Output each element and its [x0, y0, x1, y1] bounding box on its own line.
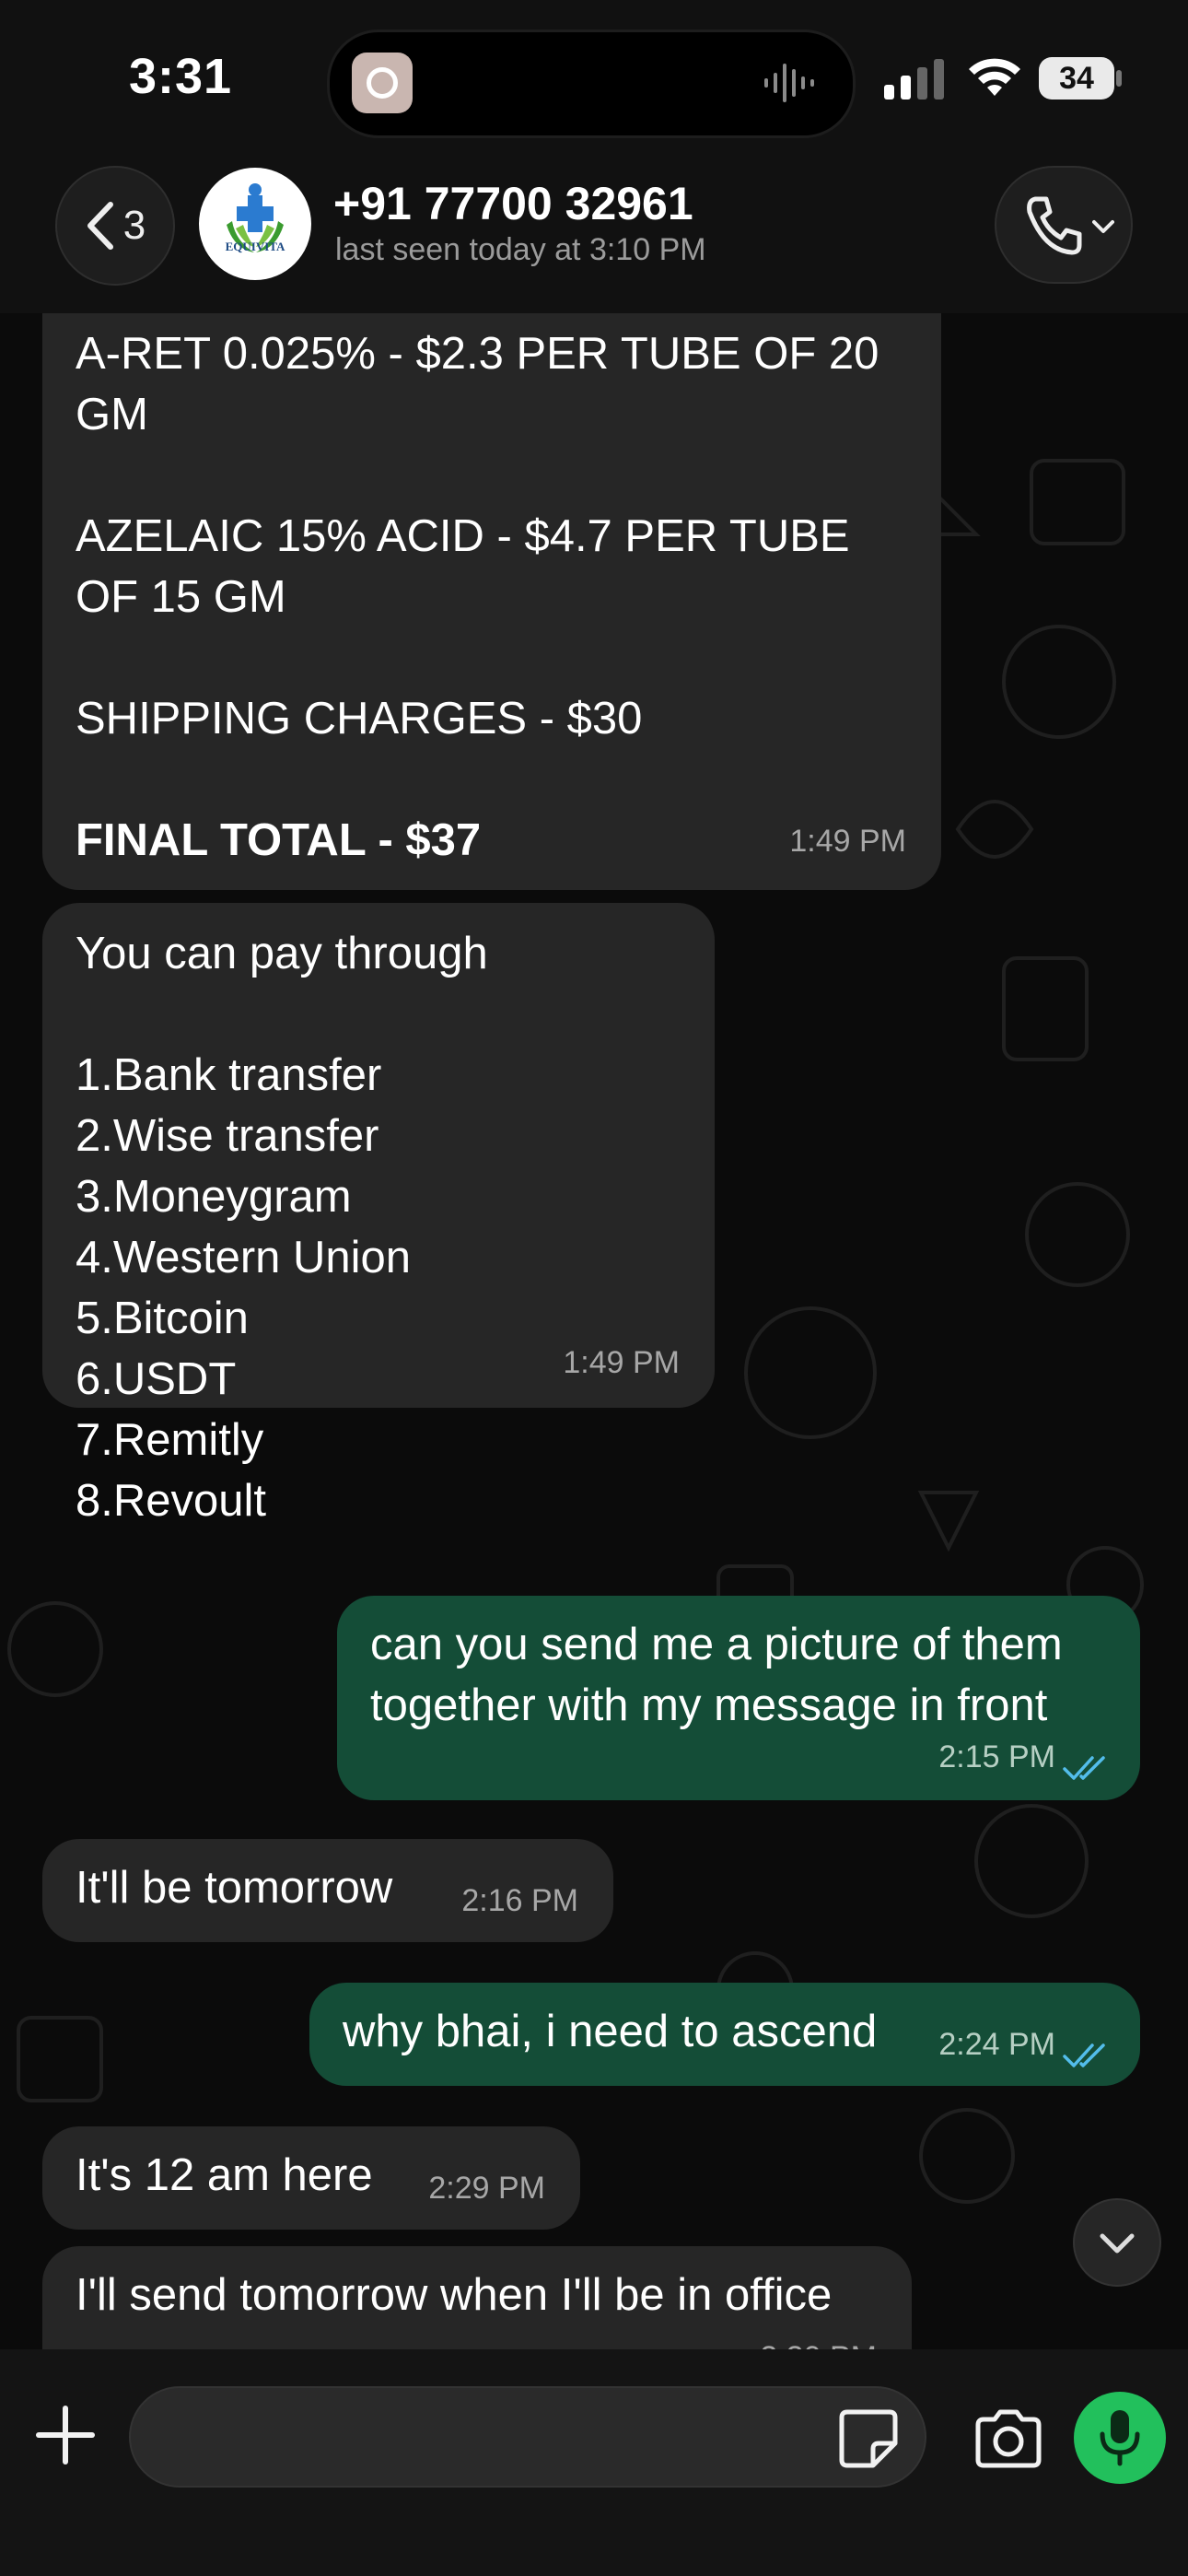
chevron-left-icon — [87, 202, 113, 250]
outgoing-message[interactable]: can you send me a picture of them togeth… — [337, 1596, 1140, 1800]
incoming-message[interactable]: It'll be tomorrow 2:16 PM — [42, 1839, 613, 1942]
message-text: You can pay through 1.Bank transfer 2.Wi… — [76, 929, 488, 1526]
last-seen-status: last seen today at 3:10 PM — [335, 232, 706, 267]
incoming-message[interactable]: A-RET 0.025% - $2.3 PER TUBE OF 20 GM AZ… — [42, 313, 941, 890]
plus-icon[interactable] — [33, 2403, 98, 2467]
back-button[interactable]: 3 — [55, 166, 175, 286]
status-bar: 3:31 34 — [0, 0, 1188, 157]
contact-name[interactable]: +91 77700 32961 — [333, 177, 693, 230]
incoming-message[interactable]: I'll send tomorrow when I'll be in offic… — [42, 2246, 912, 2349]
camera-icon[interactable] — [973, 2408, 1044, 2469]
message-text: A-RET 0.025% - $2.3 PER TUBE OF 20 GM AZ… — [76, 329, 879, 744]
incoming-message[interactable]: It's 12 am here 2:29 PM — [42, 2126, 580, 2230]
audio-wave-icon — [764, 64, 814, 102]
incoming-message[interactable]: You can pay through 1.Bank transfer 2.Wi… — [42, 903, 715, 1526]
chevron-down-icon — [1100, 2233, 1135, 2254]
call-button[interactable] — [995, 166, 1133, 284]
sticker-icon[interactable] — [836, 2406, 901, 2471]
message-time: 2:30 PM — [760, 2327, 877, 2349]
unread-count: 3 — [122, 203, 146, 248]
message-time: 2:24 PM — [938, 2027, 1055, 2062]
message-input[interactable] — [129, 2386, 926, 2488]
double-check-icon — [1063, 1756, 1105, 1780]
battery-indicator: 34 — [1039, 57, 1114, 100]
message-text: can you send me a picture of them togeth… — [370, 1620, 1063, 1730]
status-time: 3:31 — [129, 49, 233, 104]
message-time: 1:49 PM — [563, 1345, 680, 1380]
message-time: 1:49 PM — [789, 824, 906, 859]
message-time: 2:29 PM — [428, 2171, 545, 2206]
cellular-signal-icon — [884, 59, 944, 100]
contact-avatar[interactable]: EQUIVITA — [199, 168, 311, 280]
battery-tip — [1116, 70, 1122, 87]
mic-icon — [1100, 2410, 1140, 2466]
message-text-bold: FINAL TOTAL - $37 — [76, 815, 482, 865]
double-check-icon — [1063, 2043, 1105, 2067]
message-time: 2:16 PM — [461, 1883, 578, 1918]
message-list[interactable]: A-RET 0.025% - $2.3 PER TUBE OF 20 GM AZ… — [0, 313, 1188, 2349]
scroll-to-bottom-button[interactable] — [1073, 2198, 1161, 2287]
message-text: I'll send tomorrow when I'll be in offic… — [76, 2270, 833, 2320]
phone-icon — [1027, 196, 1082, 255]
dynamic-island[interactable] — [327, 29, 856, 138]
avatar-brand-text: EQUIVITA — [225, 240, 285, 253]
island-app-icon — [352, 53, 413, 113]
wifi-icon — [969, 58, 1020, 96]
chat-header: 3 EQUIVITA +91 77700 32961 last seen tod… — [0, 157, 1188, 313]
chevron-down-icon — [1092, 220, 1114, 233]
brand-logo-icon — [227, 183, 284, 252]
voice-record-button[interactable] — [1074, 2392, 1166, 2484]
message-time: 2:15 PM — [938, 1739, 1055, 1774]
message-composer — [0, 2349, 1188, 2576]
outgoing-message[interactable]: why bhai, i need to ascend 2:24 PM — [309, 1983, 1140, 2086]
